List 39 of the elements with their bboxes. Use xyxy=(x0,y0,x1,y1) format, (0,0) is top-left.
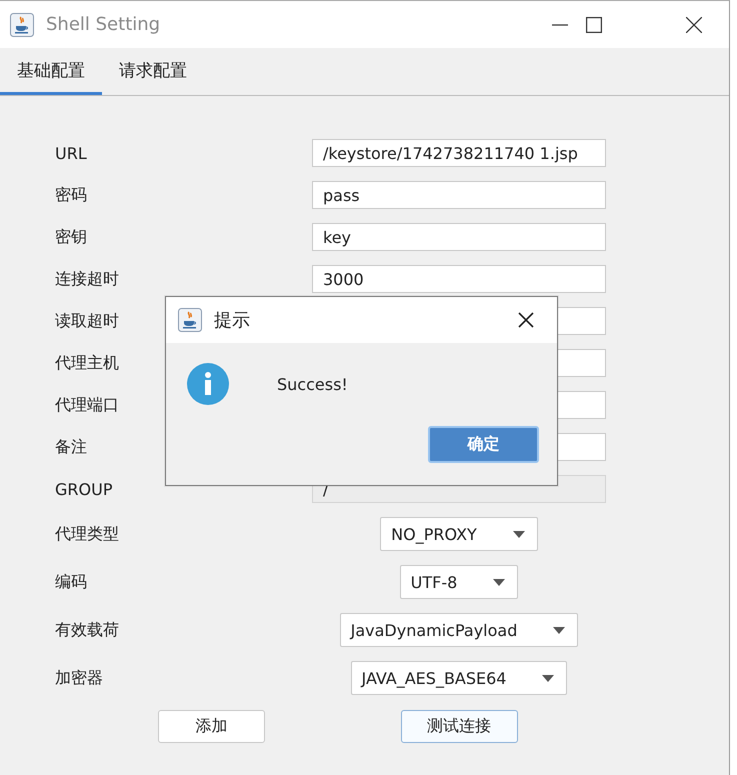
dropdown-label: 编码 xyxy=(55,572,87,592)
dropdown[interactable]: JavaDynamicPayload xyxy=(340,613,578,647)
info-icon xyxy=(187,363,229,405)
field-label: 代理主机 xyxy=(55,352,119,374)
dialog-title: 提示 xyxy=(214,309,250,332)
field-label: 备注 xyxy=(55,436,87,458)
field-label: 代理端口 xyxy=(55,394,119,416)
dropdown[interactable]: UTF-8 xyxy=(400,565,518,599)
input-field[interactable]: /keystore/1742738211740 1.jsp xyxy=(312,139,606,167)
maximize-icon[interactable] xyxy=(586,16,602,32)
dialog-message: Success! xyxy=(277,374,348,394)
field-label: URL xyxy=(55,144,87,162)
caret-icon xyxy=(542,674,554,682)
dropdown-label: 加密器 xyxy=(55,668,103,688)
window-title: Shell Setting xyxy=(46,14,160,35)
dropdown[interactable]: JAVA_AES_BASE64 xyxy=(350,661,568,695)
field-label: 密码 xyxy=(55,184,87,206)
dropdown-label: 有效载荷 xyxy=(55,620,119,640)
field-label: 连接超时 xyxy=(55,268,119,290)
coffee-cup-icon xyxy=(10,12,34,36)
tab[interactable]: 基础配置 xyxy=(0,48,102,95)
caret-icon xyxy=(493,578,506,586)
input-field[interactable]: key xyxy=(312,223,606,251)
coffee-cup-icon xyxy=(178,308,202,332)
field-label: 密钥 xyxy=(55,226,87,248)
add-button[interactable]: 添加 xyxy=(158,710,265,742)
tab[interactable]: 请求配置 xyxy=(102,48,204,95)
field-label: 读取超时 xyxy=(55,310,119,332)
dropdown[interactable]: NO_PROXY xyxy=(380,517,538,551)
test-connection-button[interactable]: 测试连接 xyxy=(400,710,518,742)
dropdown-label: 代理类型 xyxy=(55,524,119,544)
close-icon[interactable] xyxy=(518,312,534,328)
close-icon[interactable] xyxy=(686,16,702,32)
input-field[interactable]: pass xyxy=(312,181,606,209)
field-label: GROUP xyxy=(55,480,112,498)
input-field[interactable]: 3000 xyxy=(312,265,606,293)
ok-button[interactable]: 确定 xyxy=(428,426,539,463)
caret-icon xyxy=(553,626,566,634)
caret-icon xyxy=(512,530,525,538)
